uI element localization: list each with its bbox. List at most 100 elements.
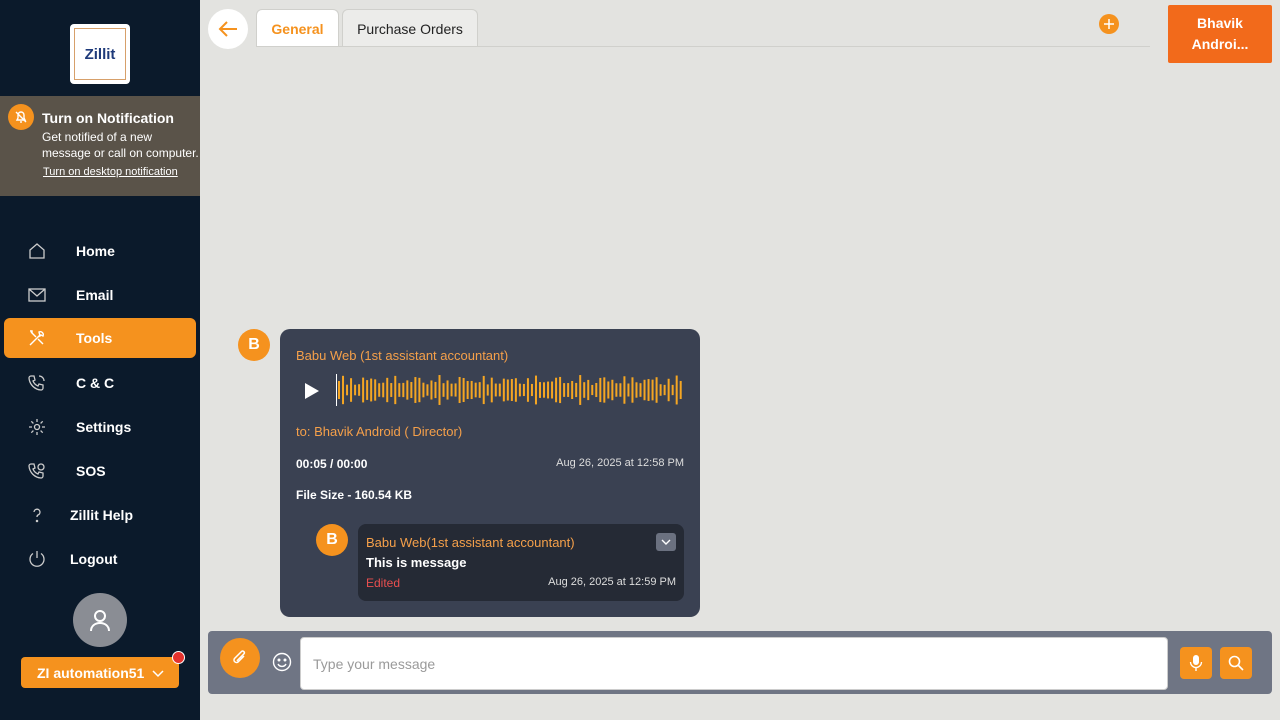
message-composer <box>208 631 1272 694</box>
message-input[interactable] <box>300 637 1168 690</box>
paperclip-icon <box>233 650 246 664</box>
waveform-bar <box>627 383 630 397</box>
waveform-bar <box>418 377 421 403</box>
sidebar: Zillit Turn on Notification Get notified… <box>0 0 200 720</box>
add-tab-button[interactable] <box>1099 14 1119 34</box>
waveform-bar <box>482 375 485 405</box>
waveform-bar <box>651 379 654 401</box>
back-button[interactable] <box>208 9 248 49</box>
waveform-bar <box>430 380 433 400</box>
waveform-bar <box>438 375 441 405</box>
reply-message[interactable]: Babu Web(1st assistant accountant) This … <box>358 524 684 601</box>
waveform-bar <box>442 383 445 397</box>
waveform-bar <box>530 383 533 397</box>
audio-duration: 00:05 / 00:00 <box>296 457 368 471</box>
waveform-bar <box>599 377 602 403</box>
waveform-bar <box>547 381 550 399</box>
help-icon <box>33 508 41 523</box>
enable-notification-link[interactable]: Turn on desktop notification <box>43 166 178 178</box>
attach-button[interactable] <box>220 638 260 678</box>
playback-cursor <box>336 374 337 406</box>
waveform-bar <box>494 383 497 397</box>
tab-divider <box>256 46 1150 47</box>
message-sender: Babu Web (1st assistant accountant) <box>296 348 509 363</box>
logo-text: Zillit <box>74 28 126 80</box>
waveform-bar <box>619 383 622 397</box>
waveform-bar <box>354 384 357 396</box>
chevron-down-icon <box>661 539 671 545</box>
waveform-bar <box>579 375 582 405</box>
sidebar-item-logout[interactable]: Logout <box>4 539 196 579</box>
message-bubble[interactable]: Babu Web (1st assistant accountant) to: … <box>280 329 700 617</box>
user-menu-button[interactable]: ZI automation51 <box>21 657 179 688</box>
voice-record-button[interactable] <box>1180 647 1212 679</box>
waveform-bar <box>378 383 381 397</box>
tab-general[interactable]: General <box>256 9 339 47</box>
sidebar-item-sos[interactable]: SOS <box>4 451 196 491</box>
sender-avatar[interactable]: B <box>238 329 270 361</box>
sidebar-item-tools[interactable]: Tools <box>4 318 196 358</box>
app-logo[interactable]: Zillit <box>70 24 130 84</box>
waveform-bar <box>478 382 481 398</box>
waveform-bar <box>450 383 453 397</box>
gear-icon <box>29 419 45 435</box>
waveform-bar <box>522 383 525 397</box>
waveform-bar <box>534 375 537 405</box>
notification-body: Get notified of a new message or call on… <box>42 130 199 160</box>
sos-phone-icon <box>28 463 45 479</box>
waveform-bar <box>462 377 465 403</box>
waveform-bar <box>551 381 554 399</box>
waveform-bar <box>422 382 425 398</box>
waveform-bar <box>382 382 385 398</box>
contact-tile[interactable]: Bhavik Androi... <box>1168 5 1272 63</box>
edited-label: Edited <box>366 576 401 590</box>
waveform-bar <box>539 382 541 398</box>
waveform-bar <box>603 377 606 403</box>
sidebar-item-settings[interactable]: Settings <box>4 407 196 447</box>
user-icon <box>90 610 110 632</box>
waveform-bar <box>410 381 413 399</box>
emoji-icon[interactable] <box>272 652 292 672</box>
power-icon <box>29 551 45 567</box>
play-icon[interactable] <box>304 382 320 400</box>
waveform-bar <box>635 382 638 398</box>
microphone-icon <box>1189 655 1203 671</box>
sidebar-item-label: SOS <box>76 463 106 479</box>
waveform-bar <box>350 378 353 402</box>
tab-purchase-orders[interactable]: Purchase Orders <box>342 9 478 47</box>
waveform-bar <box>631 377 634 403</box>
waveform-bar <box>426 384 429 396</box>
search-button[interactable] <box>1220 647 1252 679</box>
sidebar-item-email[interactable]: Email <box>4 275 196 315</box>
waveform-bar <box>571 380 574 400</box>
message-options-button[interactable] <box>656 533 676 551</box>
notification-dot <box>172 651 185 664</box>
waveform-bar <box>390 383 393 397</box>
reply-avatar[interactable]: B <box>316 524 348 556</box>
avatar[interactable] <box>73 593 127 647</box>
sidebar-item-home[interactable]: Home <box>4 231 196 271</box>
waveform-bar <box>394 375 397 405</box>
waveform-bar <box>667 378 670 402</box>
message-recipient: to: Bhavik Android ( Director) <box>296 424 463 439</box>
waveform-bar <box>611 379 614 401</box>
waveform-bar <box>575 382 578 398</box>
waveform-bar <box>346 384 349 396</box>
waveform-bar <box>458 376 461 404</box>
arrow-left-icon <box>218 21 237 37</box>
chevron-down-icon <box>152 670 164 678</box>
waveform-bar <box>679 380 682 400</box>
audio-waveform[interactable] <box>338 375 684 405</box>
sidebar-item-zillit-help[interactable]: Zillit Help <box>4 495 196 535</box>
waveform-bar <box>498 383 501 397</box>
mail-icon <box>28 288 46 302</box>
waveform-bar <box>675 375 678 405</box>
sidebar-item-c-and-c[interactable]: C & C <box>4 363 196 403</box>
sidebar-item-label: Email <box>76 287 114 303</box>
waveform-bar <box>595 382 598 398</box>
waveform-bar <box>342 375 345 405</box>
sidebar-item-label: Tools <box>76 330 113 346</box>
sidebar-item-label: C & C <box>76 375 115 391</box>
waveform-bar <box>647 379 650 401</box>
tools-icon <box>29 330 44 346</box>
